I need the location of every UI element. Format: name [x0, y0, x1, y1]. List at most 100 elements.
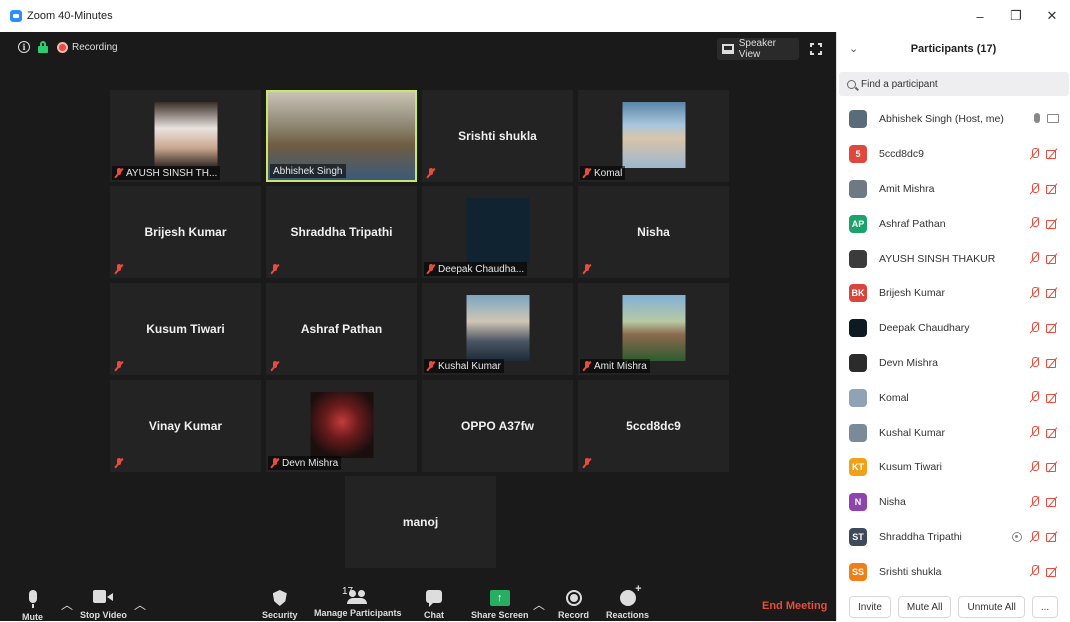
muted-microphone-icon[interactable] [1029, 321, 1039, 334]
restore-button[interactable]: ❐ [998, 0, 1034, 32]
video-tile[interactable]: Amit Mishra [578, 283, 729, 375]
search-input[interactable] [861, 78, 1051, 90]
video-off-icon[interactable] [1046, 567, 1059, 577]
participant-row[interactable]: SS Srishti shukla [837, 554, 1070, 589]
security-button[interactable]: Security [262, 590, 298, 620]
participant-row[interactable]: Abhishek Singh (Host, me) [837, 102, 1070, 137]
muted-microphone-icon[interactable] [1029, 460, 1039, 473]
participant-row[interactable]: Kushal Kumar [837, 415, 1070, 450]
video-tile[interactable]: Brijesh Kumar [110, 186, 261, 278]
video-off-icon[interactable] [1046, 184, 1059, 195]
muted-microphone-icon[interactable] [1029, 391, 1039, 403]
manage-participants-button[interactable]: 17 Manage Participants [314, 586, 402, 618]
muted-microphone-icon[interactable] [1029, 565, 1039, 577]
close-button[interactable]: ✕ [1034, 0, 1070, 32]
video-tile[interactable]: OPPO A37fw [422, 380, 573, 472]
avatar [849, 388, 867, 407]
video-tile[interactable]: Shraddha Tripathi [266, 186, 417, 278]
record-button[interactable]: Record [558, 590, 589, 620]
video-off-icon[interactable] [1046, 393, 1059, 403]
panel-footer: Invite Mute All Unmute All ... [837, 593, 1070, 621]
video-off-icon[interactable] [1046, 219, 1059, 229]
muted-microphone-icon[interactable] [1029, 426, 1039, 438]
video-off-icon[interactable] [1046, 149, 1059, 160]
video-tile[interactable]: Vinay Kumar [110, 380, 261, 472]
participant-row[interactable]: KT Kusum Tiwari [837, 450, 1070, 485]
audio-options-chevron-icon[interactable]: ︿ [61, 596, 73, 613]
tile-label-text: AYUSH SINSH TH... [126, 167, 218, 179]
muted-microphone-icon[interactable] [1029, 356, 1039, 369]
participant-row[interactable]: ST Shraddha Tripathi [837, 520, 1070, 555]
video-tile[interactable]: Kushal Kumar [422, 283, 573, 375]
muted-microphone-icon[interactable] [1029, 495, 1039, 508]
muted-microphone-icon[interactable] [1029, 147, 1039, 160]
video-tile[interactable]: Ashraf Pathan [266, 283, 417, 375]
video-tile[interactable]: 5ccd8dc9 [578, 380, 729, 472]
avatar [849, 353, 867, 372]
fullscreen-icon[interactable] [809, 42, 823, 56]
video-tile[interactable]: Srishti shukla [422, 90, 573, 182]
muted-microphone-icon[interactable] [1029, 286, 1039, 299]
participant-row[interactable]: BK Brijesh Kumar [837, 276, 1070, 311]
muted-microphone-icon [583, 264, 591, 274]
unmute-all-button[interactable]: Unmute All [958, 596, 1025, 618]
share-screen-button[interactable]: ↑ Share Screen [471, 590, 529, 620]
video-tile[interactable]: Komal [578, 90, 729, 182]
chat-button[interactable]: Chat [424, 590, 444, 620]
recording-indicator-icon [57, 41, 68, 53]
more-options-button[interactable]: ... [1031, 596, 1059, 618]
video-off-icon[interactable] [1046, 428, 1059, 438]
tile-participant-name: Kusum Tiwari [146, 322, 225, 336]
participant-row[interactable]: AYUSH SINSH THAKUR [837, 241, 1070, 276]
participant-photo [154, 102, 217, 168]
muted-microphone-icon [583, 168, 591, 178]
video-options-chevron-icon[interactable]: ︿ [134, 596, 146, 613]
participant-search[interactable] [839, 72, 1069, 96]
video-off-icon[interactable] [1046, 497, 1059, 508]
speaker-view-button[interactable]: Speaker View [717, 38, 799, 60]
muted-microphone-icon[interactable] [1029, 252, 1039, 264]
microphone-icon[interactable] [1034, 113, 1040, 123]
reactions-button[interactable]: Reactions [606, 583, 649, 620]
video-tile[interactable]: Deepak Chaudha... [422, 186, 573, 278]
video-tile[interactable]: manoj [345, 476, 496, 568]
lock-icon[interactable] [38, 41, 48, 53]
recording-label: Recording [72, 41, 118, 53]
avatar [849, 110, 867, 129]
muted-microphone-icon[interactable] [1029, 530, 1039, 543]
video-tile[interactable]: Kusum Tiwari [110, 283, 261, 375]
muted-microphone-icon[interactable] [1029, 182, 1039, 195]
video-tile[interactable]: AYUSH SINSH TH... [110, 90, 261, 182]
video-off-icon[interactable] [1046, 288, 1059, 299]
participant-row[interactable]: Devn Mishra [837, 346, 1070, 381]
participant-row[interactable]: AP Ashraf Pathan [837, 206, 1070, 241]
participant-row[interactable]: Komal [837, 380, 1070, 415]
mute-button[interactable]: Mute [22, 590, 43, 622]
video-tile[interactable]: Abhishek Singh [266, 90, 417, 182]
muted-microphone-icon [115, 264, 123, 274]
share-options-chevron-icon[interactable]: ︿ [533, 596, 545, 613]
video-camera-icon[interactable] [1047, 113, 1059, 123]
participant-row[interactable]: N Nisha [837, 485, 1070, 520]
invite-button[interactable]: Invite [849, 596, 891, 618]
participant-row[interactable]: 5 5ccd8dc9 [837, 137, 1070, 172]
video-off-icon[interactable] [1046, 358, 1059, 369]
video-off-icon[interactable] [1046, 532, 1059, 543]
video-tile[interactable]: Nisha [578, 186, 729, 278]
video-tile[interactable]: Devn Mishra [266, 380, 417, 472]
video-off-icon[interactable] [1046, 323, 1059, 334]
stop-video-button[interactable]: Stop Video [80, 590, 127, 620]
muted-microphone-icon[interactable] [1029, 217, 1039, 229]
search-icon [847, 79, 856, 89]
info-icon[interactable]: i [18, 41, 30, 53]
participant-row[interactable]: Deepak Chaudhary [837, 311, 1070, 346]
minimize-button[interactable]: – [962, 0, 998, 32]
video-off-icon[interactable] [1046, 254, 1059, 264]
chevron-down-icon[interactable]: ⌄ [849, 42, 858, 55]
mute-all-button[interactable]: Mute All [897, 596, 952, 618]
participant-name: Amit Mishra [879, 182, 935, 195]
muted-microphone-icon [115, 168, 123, 178]
participant-row[interactable]: Amit Mishra [837, 172, 1070, 207]
video-off-icon[interactable] [1046, 462, 1059, 473]
end-meeting-button[interactable]: End Meeting [762, 600, 827, 612]
